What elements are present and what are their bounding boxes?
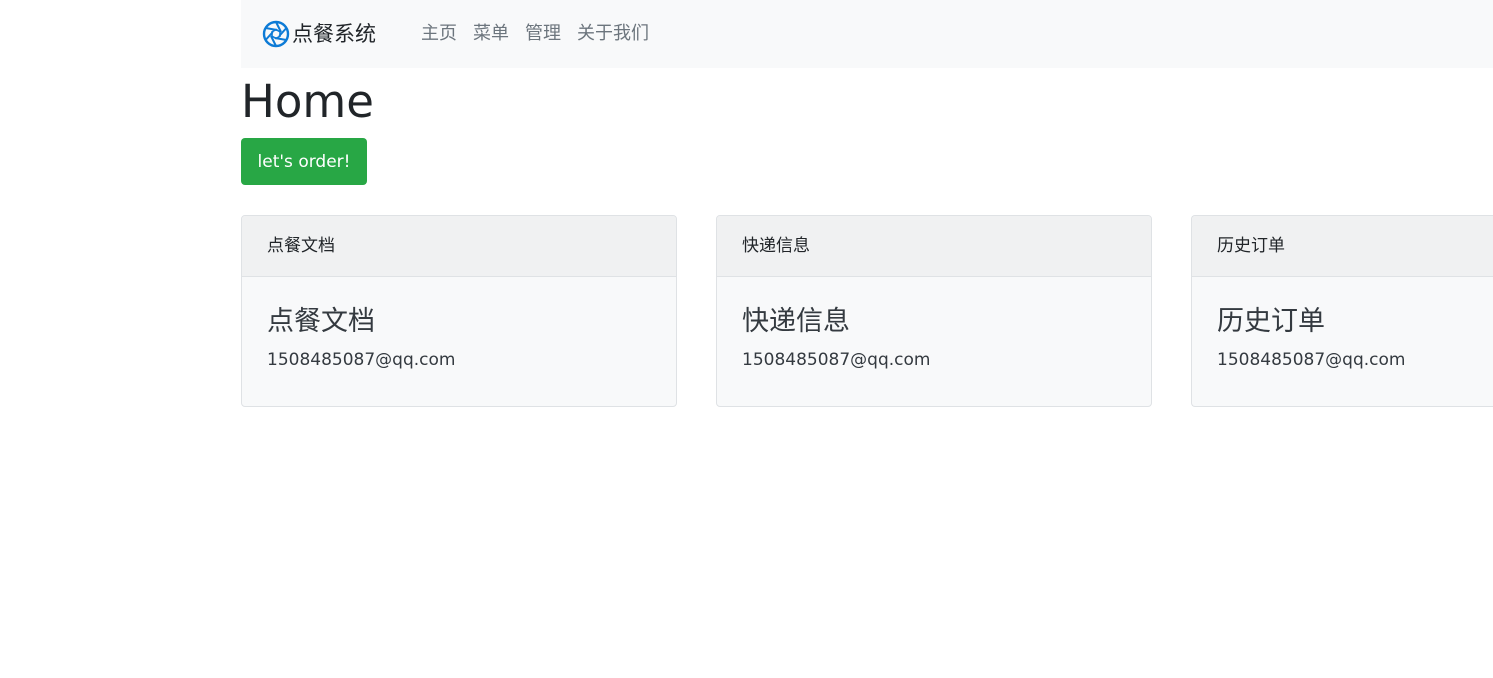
card-header: 点餐文档 (242, 216, 676, 277)
navbar: 点餐系统 主页 菜单 管理 关于我们 (241, 0, 1493, 68)
nav-links: 主页 菜单 管理 关于我们 (413, 18, 657, 50)
nav-link-admin[interactable]: 管理 (525, 18, 561, 50)
card-email: 1508485087@qq.com (1217, 350, 1406, 370)
card-email: 1508485087@qq.com (267, 350, 456, 370)
card-body: 点餐文档 1508485087@qq.com (242, 277, 676, 373)
card-header: 快递信息 (717, 216, 1151, 277)
card-email: 1508485087@qq.com (742, 350, 931, 370)
nav-link-about[interactable]: 关于我们 (577, 18, 649, 50)
order-button[interactable]: let's order! (241, 138, 367, 185)
card-title: 点餐文档 (267, 306, 375, 337)
nav-link-home[interactable]: 主页 (421, 18, 457, 50)
brand-title: 点餐系统 (292, 22, 376, 46)
card-header: 历史订单 (1192, 216, 1493, 277)
card-order-history: 历史订单 历史订单 1508485087@qq.com (1191, 215, 1493, 407)
navbar-brand[interactable]: 点餐系统 (262, 18, 376, 50)
card-order-docs: 点餐文档 点餐文档 1508485087@qq.com (241, 215, 677, 407)
card-body: 快递信息 1508485087@qq.com (717, 277, 1151, 373)
card-delivery-info: 快递信息 快递信息 1508485087@qq.com (716, 215, 1152, 407)
page-container: 点餐系统 主页 菜单 管理 关于我们 Home let's order! 点餐文… (241, 0, 1493, 678)
nav-link-menu[interactable]: 菜单 (473, 18, 509, 50)
card-body: 历史订单 1508485087@qq.com (1192, 277, 1493, 373)
aperture-icon (262, 20, 290, 48)
page-title: Home (241, 75, 374, 128)
card-title: 快递信息 (742, 306, 850, 337)
card-title: 历史订单 (1217, 306, 1325, 337)
